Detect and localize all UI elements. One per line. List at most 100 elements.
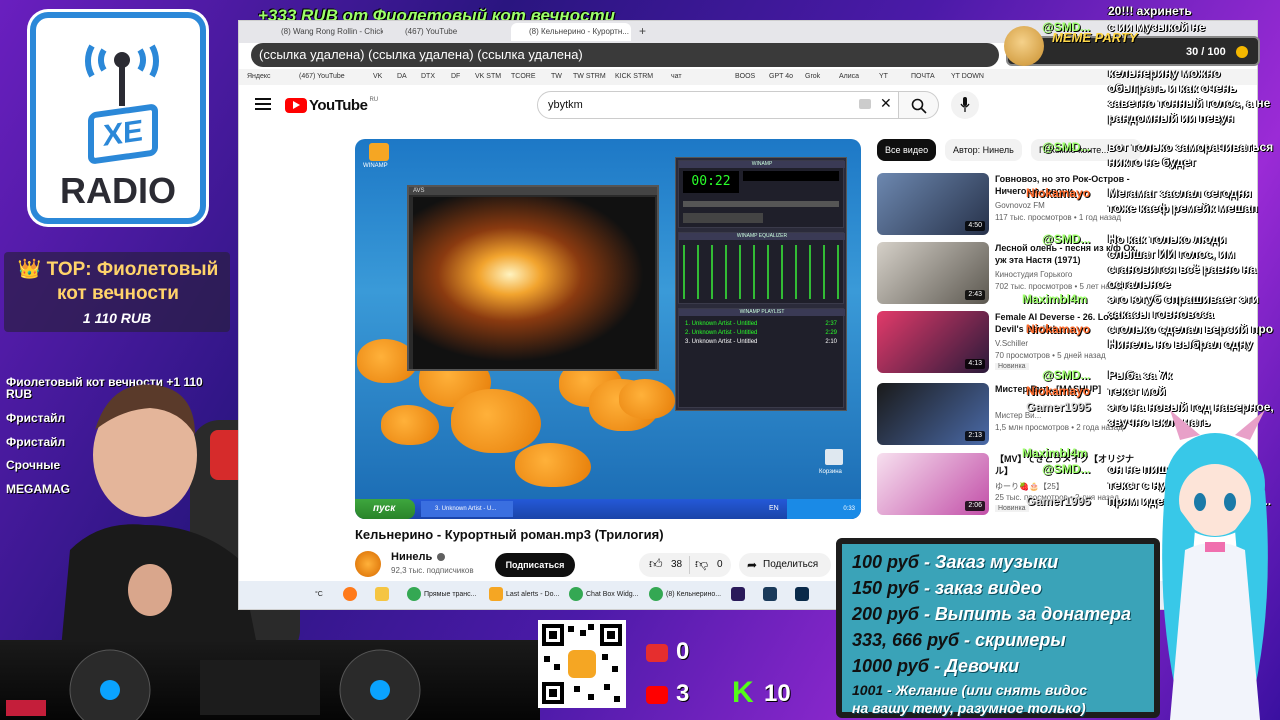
- bookmark[interactable]: Алиса: [839, 70, 859, 84]
- video-player[interactable]: WINAMP AVS WINAMP 00:22 WINAMP EQUALIZER: [355, 139, 861, 519]
- audition-icon[interactable]: [763, 587, 780, 603]
- bookmark[interactable]: чат: [671, 70, 682, 84]
- fish-decoration: [515, 443, 591, 487]
- chip-author[interactable]: Автор: Нинель: [945, 139, 1022, 161]
- playlist-track[interactable]: 2. Unknown Artist - Untitled: [685, 330, 757, 336]
- chat-username: Niokamayo: [1026, 186, 1091, 200]
- playlist-track[interactable]: 1. Unknown Artist - Untitled: [685, 321, 757, 327]
- start-button: пуск: [355, 499, 415, 519]
- bookmark[interactable]: VK STM: [475, 70, 501, 84]
- bookmark[interactable]: KICK STRM: [615, 70, 653, 84]
- donation-line: Срочные: [6, 458, 61, 472]
- top-donor-amount: 1 110 RUB: [82, 310, 152, 326]
- chat-username: @SMD...: [1042, 20, 1091, 34]
- bookmark[interactable]: DF: [451, 70, 460, 84]
- channel-name-text[interactable]: Нинель: [391, 551, 432, 563]
- rec-thumbnail[interactable]: 4:13: [877, 311, 989, 373]
- chat-username: @SMD...: [1042, 232, 1091, 246]
- voice-search-button[interactable]: [951, 91, 979, 119]
- bookmark[interactable]: TW STRM: [573, 70, 606, 84]
- dj-controller: [0, 640, 540, 720]
- chip-all-videos[interactable]: Все видео: [877, 139, 937, 161]
- youtube-play-icon: [285, 97, 307, 113]
- bookmark[interactable]: Яндекс: [247, 70, 271, 84]
- chrome-icon: [649, 587, 663, 602]
- bookmark[interactable]: Grok: [805, 70, 820, 84]
- folder-icon[interactable]: [375, 587, 392, 603]
- premiere-icon[interactable]: [731, 587, 748, 603]
- live-icon: [646, 644, 668, 662]
- subscribe-button[interactable]: Подписаться: [495, 553, 575, 577]
- rec-duration: 4:13: [965, 359, 985, 369]
- channel-avatar[interactable]: [355, 551, 381, 577]
- rec-duration: 2:43: [965, 290, 985, 300]
- chat-username: Niokamayo: [1026, 384, 1091, 398]
- share-button[interactable]: ➦ Поделиться: [739, 553, 831, 577]
- price-line: 1000 руб - Девочки: [852, 656, 1020, 676]
- rec-duration: 2:13: [965, 431, 985, 441]
- taskbar-app[interactable]: Last alerts - Do...: [489, 587, 559, 603]
- taskbar-app[interactable]: Chat Box Widg...: [569, 587, 639, 603]
- logo-xe: XE: [88, 103, 158, 165]
- keyboard-icon[interactable]: [859, 99, 871, 109]
- bookmark[interactable]: GPT 4o: [769, 70, 793, 84]
- rec-thumbnail[interactable]: 2:06: [877, 453, 989, 515]
- clear-search-icon[interactable]: ✕: [880, 95, 892, 112]
- fish-decoration: [381, 405, 439, 445]
- browser-tab-active[interactable]: (8) Кельнерино - Курортн...: [511, 23, 631, 41]
- chat-username: Niokamayo: [1026, 322, 1091, 336]
- chat-message: с ии музыкой не: [1108, 20, 1206, 34]
- taskbar-app[interactable]: (8) Кельнерино...: [649, 587, 721, 603]
- recycle-bin-icon: [825, 449, 843, 465]
- firefox-icon[interactable]: [343, 587, 360, 603]
- equalizer-sliders[interactable]: [683, 245, 839, 299]
- bookmark[interactable]: DA: [397, 70, 407, 84]
- bookmark[interactable]: (467) YouTube: [299, 70, 345, 84]
- channel-name[interactable]: Нинель: [391, 551, 446, 563]
- new-tab-icon[interactable]: +: [639, 24, 646, 38]
- bookmark[interactable]: YT DOWN: [951, 70, 984, 84]
- like-icon[interactable]: 👍︎: [649, 556, 663, 572]
- youtube-logo-region: RU: [369, 97, 379, 103]
- chat-username: Maximbl4m: [1022, 292, 1088, 306]
- dislike-icon[interactable]: 👎︎: [695, 556, 708, 572]
- fish-decoration: [451, 389, 541, 453]
- winamp-controls[interactable]: [683, 213, 763, 223]
- chrome-icon: [407, 587, 421, 602]
- weather-widget[interactable]: °C: [315, 587, 323, 603]
- photoshop-icon[interactable]: [795, 587, 812, 603]
- bookmark[interactable]: DTX: [421, 70, 435, 84]
- browser-tab[interactable]: (467) YouTube: [387, 23, 507, 41]
- donationalerts-icon: [489, 587, 503, 602]
- playlist-duration: 2:29: [825, 330, 837, 336]
- search-button[interactable]: [899, 91, 939, 119]
- price-line: 333, 666 руб - скримеры: [852, 630, 1066, 650]
- xe-radio-logo: XE RADIO: [30, 12, 206, 224]
- share-label: Поделиться: [763, 559, 819, 570]
- rec-thumbnail[interactable]: 2:13: [877, 383, 989, 445]
- price-line: 200 руб - Выпить за донатера: [852, 604, 1131, 624]
- price-list-panel: 100 руб - Заказ музыки 150 руб - заказ в…: [836, 538, 1160, 718]
- chat-message: это ютуб спрашивает эти заказы говновоза: [1108, 292, 1260, 321]
- playlist-track[interactable]: 3. Unknown Artist - Untitled: [685, 339, 757, 345]
- playlist-duration: 2:10: [825, 339, 837, 345]
- youtube-logo[interactable]: YouTube RU: [285, 96, 378, 114]
- winamp-window: WINAMP 00:22 WINAMP EQUALIZER WINAMP PLA…: [675, 157, 847, 411]
- search-input[interactable]: ybytkm: [537, 91, 899, 119]
- browser-tab[interactable]: (8) Wang Rong Rollin - Chick C...: [263, 23, 383, 41]
- bookmark[interactable]: TW: [551, 70, 562, 84]
- donation-qr-code: [538, 620, 626, 708]
- rec-thumbnail[interactable]: 2:43: [877, 242, 989, 304]
- rec-thumbnail[interactable]: 4:50: [877, 173, 989, 235]
- bookmark[interactable]: BOOS: [735, 70, 755, 84]
- taskbar-app[interactable]: Прямые транс...: [407, 587, 477, 603]
- bookmark[interactable]: VK: [373, 70, 382, 84]
- bookmark[interactable]: TCORE: [511, 70, 536, 84]
- address-bar[interactable]: (ссылка удалена) (ссылка удалена) (ссылк…: [251, 43, 999, 67]
- bookmark[interactable]: ПОЧТА: [911, 70, 935, 84]
- hamburger-menu-icon[interactable]: [255, 97, 271, 111]
- rec-duration: 4:50: [965, 221, 985, 231]
- bookmark[interactable]: YT: [879, 70, 888, 84]
- winamp-seekbar[interactable]: [683, 201, 839, 207]
- chat-message: текст мой: [1108, 384, 1166, 398]
